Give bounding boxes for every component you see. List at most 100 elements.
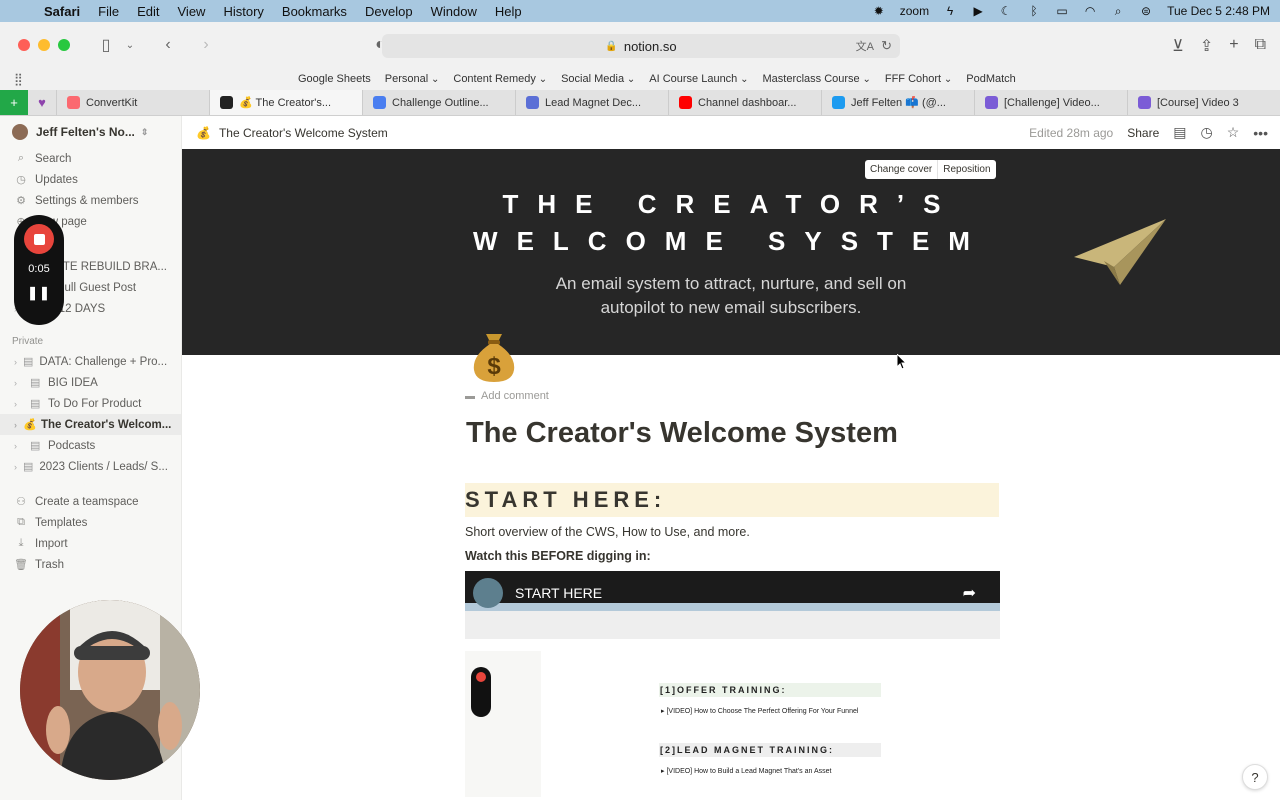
address-bar[interactable]: 🔒 notion.so 文A ↻: [382, 34, 900, 58]
favorite-6[interactable]: FFF Cohort: [885, 73, 952, 85]
money-bag-icon[interactable]: $: [470, 326, 518, 382]
favorite-4[interactable]: AI Course Launch: [649, 73, 748, 85]
favorite-3[interactable]: Social Media: [561, 73, 635, 85]
favorite-7[interactable]: PodMatch: [966, 73, 1016, 85]
embedded-video[interactable]: [1]OFFER TRAINING: ▸ [VIDEO] How to Choo…: [465, 571, 1000, 797]
more-options-icon[interactable]: •••: [1253, 125, 1268, 141]
sun-icon[interactable]: ✹: [872, 4, 886, 18]
browser-tab-2[interactable]: Challenge Outline...: [362, 90, 515, 115]
control-center-icon[interactable]: ⊜: [1139, 4, 1153, 18]
downloads-icon[interactable]: ⊻: [1172, 36, 1184, 56]
favorite-1[interactable]: Personal: [385, 73, 440, 85]
page-title[interactable]: The Creator's Welcome System: [466, 417, 999, 450]
sidebar-item-search[interactable]: ⌕ Search: [0, 148, 181, 169]
sidebar-item-trash[interactable]: 🗑 Trash: [0, 554, 181, 575]
browser-tab-3[interactable]: Lead Magnet Dec...: [515, 90, 668, 115]
watch-paragraph[interactable]: Watch this BEFORE digging in:: [465, 549, 999, 563]
sidebar-private-item[interactable]: › ▤ BIG IDEA: [0, 372, 181, 393]
sidebar-private-item[interactable]: › ▤ 2023 Clients / Leads/ S...: [0, 456, 181, 477]
sidebar-private-item[interactable]: › 💰 The Creator's Welcom...: [0, 414, 181, 435]
sidebar-private-item[interactable]: › ▤ Podcasts: [0, 435, 181, 456]
reposition-button[interactable]: Reposition: [937, 160, 995, 179]
webcam-feed: [20, 600, 200, 780]
sidebar-item-import[interactable]: ⤓ Import: [0, 533, 181, 554]
share-button[interactable]: Share: [1127, 126, 1159, 140]
menu-edit[interactable]: Edit: [137, 4, 159, 19]
breadcrumb[interactable]: 💰 The Creator's Welcome System: [196, 126, 388, 140]
menu-develop[interactable]: Develop: [365, 4, 413, 19]
chevron-right-icon[interactable]: ›: [14, 462, 17, 472]
menu-app-name[interactable]: Safari: [44, 4, 80, 19]
channel-avatar[interactable]: [473, 578, 503, 608]
sidebar-private-item[interactable]: › ▤ DATA: Challenge + Pro...: [0, 351, 181, 372]
translate-icon[interactable]: 文A: [856, 38, 874, 54]
browser-tab-0[interactable]: ConvertKit: [56, 90, 209, 115]
sidebar-item-clock[interactable]: ◷ Updates: [0, 169, 181, 190]
overview-paragraph[interactable]: Short overview of the CWS, How to Use, a…: [465, 525, 999, 539]
add-comment-label: Add comment: [481, 390, 549, 402]
chevron-down-icon[interactable]: ⌄: [120, 40, 140, 51]
chevron-right-icon[interactable]: ›: [14, 441, 24, 451]
sidebar-item-teamspace[interactable]: ⚇ Create a teamspace: [0, 491, 181, 512]
forward-icon[interactable]: ›: [196, 36, 216, 54]
close-window-button[interactable]: [18, 39, 30, 51]
chevron-right-icon[interactable]: ›: [14, 420, 17, 430]
favorite-5[interactable]: Masterclass Course: [762, 73, 870, 85]
wifi-icon[interactable]: ◠: [1083, 4, 1097, 18]
reload-icon[interactable]: ↻: [881, 38, 892, 54]
sidebar-item-gear[interactable]: ⚙ Settings & members: [0, 190, 181, 211]
browser-tab-1[interactable]: 💰 The Creator's...: [209, 90, 362, 115]
chevron-right-icon[interactable]: ›: [14, 378, 24, 388]
menu-window[interactable]: Window: [431, 4, 477, 19]
add-comment-button[interactable]: ▬ Add comment: [465, 390, 999, 402]
pause-icon[interactable]: ❚❚: [27, 285, 51, 301]
comments-icon[interactable]: ▤: [1173, 124, 1186, 141]
browser-tab-7[interactable]: [Course] Video 3: [1127, 90, 1280, 115]
menubar-clock[interactable]: Tue Dec 5 2:48 PM: [1167, 4, 1270, 18]
pinned-tab-sheets[interactable]: +: [0, 90, 28, 115]
browser-tab-5[interactable]: Jeff Felten 📫 (@...: [821, 90, 974, 115]
chevron-right-icon[interactable]: ›: [14, 399, 24, 409]
menu-bookmarks[interactable]: Bookmarks: [282, 4, 347, 19]
menu-file[interactable]: File: [98, 4, 119, 19]
tab-overview-icon[interactable]: ⧉: [1255, 36, 1266, 56]
grid-icon[interactable]: ⣿: [14, 72, 23, 86]
start-here-callout[interactable]: START HERE:: [465, 483, 999, 517]
share-icon[interactable]: ⇪: [1200, 36, 1213, 56]
history-icon[interactable]: ◷: [1201, 124, 1213, 141]
browser-tab-6[interactable]: [Challenge] Video...: [974, 90, 1127, 115]
back-icon[interactable]: ‹: [158, 36, 178, 54]
stop-recording-button[interactable]: [24, 224, 54, 254]
zoom-window-button[interactable]: [58, 39, 70, 51]
workspace-switcher[interactable]: Jeff Felten's No... ⇕: [0, 116, 181, 148]
favorite-2[interactable]: Content Remedy: [453, 73, 547, 85]
moon-icon[interactable]: ☾: [999, 4, 1013, 18]
video-title[interactable]: START HERE: [515, 585, 602, 601]
video-share-icon[interactable]: ➦: [963, 583, 976, 603]
menu-view[interactable]: View: [178, 4, 206, 19]
money-bag-icon: 💰: [23, 419, 37, 431]
spotlight-search-icon[interactable]: ⌕: [1111, 4, 1125, 18]
video-header: START HERE ➦: [465, 571, 1000, 615]
favorite-0[interactable]: Google Sheets: [298, 73, 371, 85]
minimize-window-button[interactable]: [38, 39, 50, 51]
play-circle-icon[interactable]: ▶: [971, 4, 985, 18]
lightning-icon[interactable]: ϟ: [943, 4, 957, 18]
favorite-star-icon[interactable]: ☆: [1227, 124, 1240, 141]
sidebar-private-item[interactable]: › ▤ To Do For Product: [0, 393, 181, 414]
change-cover-button[interactable]: Change cover: [865, 160, 937, 179]
new-tab-icon[interactable]: +: [1229, 36, 1238, 56]
sidebar-toggle-icon[interactable]: ▯: [96, 35, 116, 55]
battery-icon[interactable]: ▭: [1055, 4, 1069, 18]
apple-icon[interactable]: [18, 4, 32, 18]
sidebar-item-templates[interactable]: ⧉ Templates: [0, 512, 181, 533]
bluetooth-icon[interactable]: ᛒ: [1027, 4, 1041, 18]
pinned-tab-heart[interactable]: ♥: [28, 90, 56, 115]
menu-help[interactable]: Help: [495, 4, 522, 19]
zoom-status-label[interactable]: zoom: [900, 4, 929, 18]
menu-history[interactable]: History: [223, 4, 263, 19]
webcam-bubble[interactable]: [20, 600, 200, 780]
browser-tab-4[interactable]: Channel dashboar...: [668, 90, 821, 115]
chevron-right-icon[interactable]: ›: [14, 357, 17, 367]
help-button[interactable]: ?: [1242, 764, 1268, 790]
